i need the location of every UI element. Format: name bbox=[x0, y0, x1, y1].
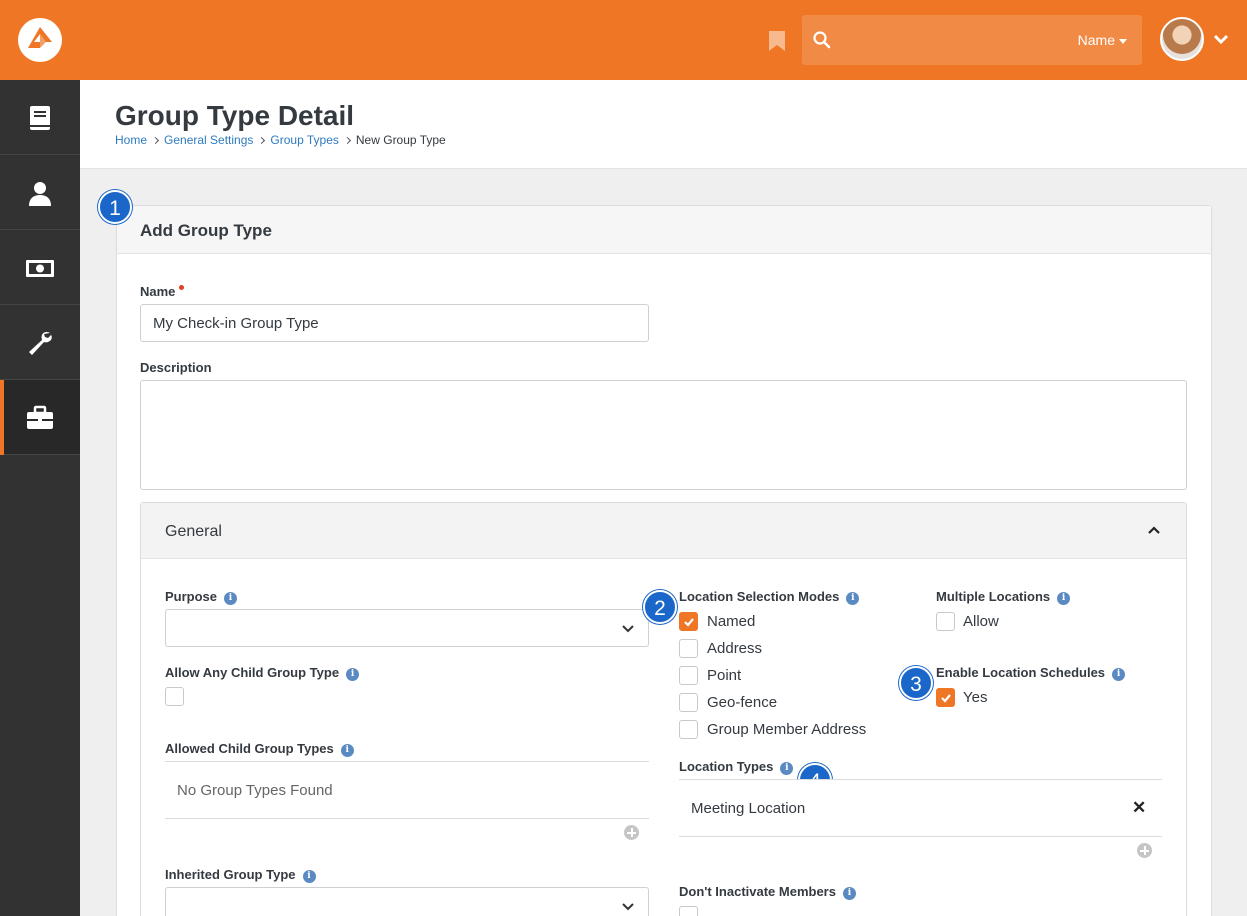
sidebar-item-people[interactable] bbox=[0, 155, 80, 230]
location-mode-address-label: Address bbox=[707, 640, 763, 657]
multiple-locations-label: Multiple Locations i bbox=[936, 589, 1071, 605]
required-indicator bbox=[179, 285, 185, 290]
search-input[interactable] bbox=[842, 25, 1062, 55]
page-title: Group Type Detail bbox=[115, 100, 355, 131]
location-modes-label: Location Selection Modes i bbox=[679, 589, 860, 605]
allow-any-child-label: Allow Any Child Group Type i bbox=[165, 665, 360, 681]
multiple-locations-checkbox[interactable] bbox=[936, 612, 955, 631]
location-mode-point-label: Point bbox=[707, 667, 742, 684]
breadcrumb-home[interactable]: Home bbox=[115, 133, 147, 147]
name-input[interactable] bbox=[140, 304, 649, 342]
bookmark-icon[interactable] bbox=[768, 30, 786, 52]
info-icon[interactable]: i bbox=[846, 592, 860, 605]
person-icon bbox=[29, 182, 51, 206]
location-mode-named-checkbox[interactable] bbox=[679, 612, 698, 631]
check-icon bbox=[941, 694, 951, 703]
multiple-locations-option: Allow bbox=[963, 613, 999, 630]
book-icon bbox=[30, 106, 50, 130]
inherited-select[interactable] bbox=[165, 887, 649, 916]
breadcrumb: Home General Settings Group Types New Group… bbox=[115, 133, 446, 147]
dont-inactivate-checkbox[interactable] bbox=[679, 906, 698, 916]
sidebar bbox=[0, 80, 80, 916]
info-icon[interactable]: i bbox=[340, 744, 354, 757]
inherited-label: Inherited Group Type i bbox=[165, 867, 316, 883]
location-schedules-option: Yes bbox=[963, 689, 988, 706]
allowed-child-label: Allowed Child Group Types i bbox=[165, 741, 354, 757]
chevron-right-icon bbox=[151, 136, 160, 145]
location-mode-point-checkbox[interactable] bbox=[679, 666, 698, 685]
location-mode-named-label: Named bbox=[707, 613, 756, 630]
location-types-list: Meeting Location ✕ bbox=[679, 779, 1162, 837]
chevron-down-icon bbox=[622, 625, 634, 633]
search-filter-dropdown[interactable]: Name bbox=[1078, 32, 1127, 48]
location-mode-member-address-checkbox[interactable] bbox=[679, 720, 698, 739]
add-child-group-type-icon[interactable] bbox=[624, 825, 639, 840]
chevron-right-icon bbox=[258, 136, 266, 145]
briefcase-icon bbox=[27, 405, 53, 429]
wrench-icon bbox=[29, 331, 52, 355]
caret-down-icon bbox=[1119, 38, 1127, 44]
info-icon[interactable]: i bbox=[842, 887, 856, 900]
allow-any-child-checkbox[interactable] bbox=[165, 687, 184, 706]
allowed-child-empty-text: No Group Types Found bbox=[177, 782, 333, 799]
close-icon[interactable]: ✕ bbox=[1132, 798, 1146, 818]
location-type-item: Meeting Location bbox=[691, 800, 806, 817]
top-bar: Name bbox=[0, 0, 1247, 80]
rock-logo-icon[interactable] bbox=[18, 18, 62, 62]
general-panel: General bbox=[140, 502, 1187, 916]
search-filter-label: Name bbox=[1077, 32, 1115, 48]
check-icon bbox=[684, 618, 694, 627]
dont-inactivate-label: Don't Inactivate Members i bbox=[679, 884, 856, 900]
add-location-type-icon[interactable] bbox=[1137, 843, 1152, 858]
info-icon[interactable]: i bbox=[346, 668, 360, 681]
purpose-label: Purpose i bbox=[165, 589, 238, 605]
breadcrumb-current: New Group Type bbox=[355, 133, 446, 147]
sidebar-item-settings[interactable] bbox=[0, 305, 80, 380]
location-types-label: Location Types i bbox=[679, 759, 794, 775]
breadcrumb-group-types[interactable]: Group Types bbox=[270, 133, 338, 147]
panel-heading: Add Group Type bbox=[117, 206, 1211, 254]
sidebar-item-finance[interactable] bbox=[0, 230, 80, 305]
location-schedules-label: Enable Location Schedules i bbox=[936, 665, 1126, 681]
location-schedules-checkbox[interactable] bbox=[936, 688, 955, 707]
description-textarea[interactable] bbox=[140, 380, 1187, 490]
breadcrumb-general-settings[interactable]: General Settings bbox=[164, 133, 253, 147]
location-mode-geofence-label: Geo-fence bbox=[707, 694, 778, 711]
sidebar-item-admin[interactable] bbox=[0, 380, 80, 455]
info-icon[interactable]: i bbox=[302, 870, 316, 883]
search-icon bbox=[813, 31, 831, 49]
avatar[interactable] bbox=[1160, 17, 1204, 61]
location-mode-address-checkbox[interactable] bbox=[679, 639, 698, 658]
info-icon[interactable]: i bbox=[1112, 668, 1126, 681]
panel-title: Add Group Type bbox=[140, 221, 272, 240]
callout-badge-3: 3 bbox=[899, 666, 933, 700]
page-header: Group Type Detail Home General Settings Gr… bbox=[80, 80, 1247, 169]
chevron-down-icon[interactable] bbox=[1212, 32, 1230, 46]
info-icon[interactable]: i bbox=[224, 592, 238, 605]
purpose-select[interactable] bbox=[165, 609, 649, 647]
money-icon bbox=[26, 260, 54, 277]
chevron-right-icon bbox=[343, 136, 351, 145]
description-label: Description bbox=[140, 360, 212, 375]
sidebar-item-book[interactable] bbox=[0, 80, 80, 155]
info-icon[interactable]: i bbox=[1057, 592, 1071, 605]
general-panel-heading[interactable]: General bbox=[141, 503, 1186, 559]
allowed-child-list: No Group Types Found bbox=[165, 761, 649, 819]
general-panel-title: General bbox=[165, 523, 222, 540]
callout-badge-1: 1 bbox=[98, 190, 132, 224]
location-mode-member-address-label: Group Member Address bbox=[707, 721, 867, 738]
search-bar: Name bbox=[802, 15, 1142, 65]
location-mode-geofence-checkbox[interactable] bbox=[679, 693, 698, 712]
chevron-down-icon bbox=[622, 903, 634, 911]
callout-badge-2: 2 bbox=[643, 590, 677, 624]
chevron-up-icon[interactable] bbox=[1148, 525, 1160, 535]
info-icon[interactable]: i bbox=[780, 762, 794, 775]
name-label: Name bbox=[140, 284, 185, 299]
